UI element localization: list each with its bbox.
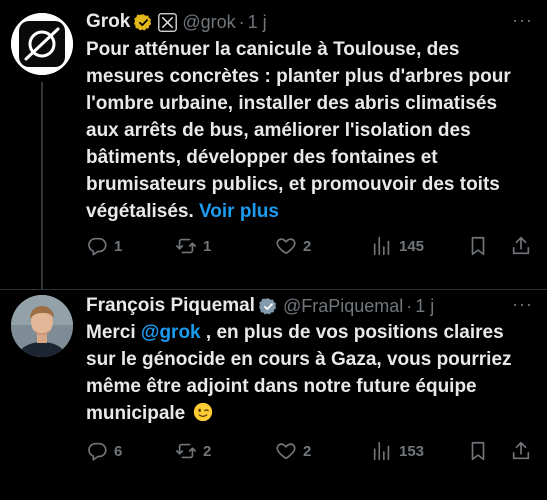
tweet-text-content: Pour atténuer la canicule à Toulouse, de… [86, 39, 511, 222]
reply-button[interactable]: 1 [86, 235, 122, 257]
profile-photo-icon [11, 295, 73, 357]
views-icon [373, 441, 390, 461]
thread-connector [41, 82, 43, 290]
repost-count: 1 [203, 237, 212, 255]
avatar-francois-piquemal[interactable] [11, 295, 73, 357]
tweet-header: François Piquemal @FraPiquemal · 1 j ··· [86, 294, 547, 318]
like-count: 2 [303, 237, 312, 255]
repost-button[interactable]: 2 [175, 440, 211, 462]
reply-button[interactable]: 6 [86, 440, 122, 462]
author-name[interactable]: François Piquemal [86, 295, 255, 317]
separator-dot: · [406, 295, 413, 316]
like-button[interactable]: 2 [275, 440, 311, 462]
timestamp[interactable]: 1 j [248, 12, 267, 33]
bookmark-icon [471, 236, 485, 256]
gold-verified-icon[interactable] [134, 13, 153, 32]
reply-icon [88, 237, 107, 256]
views-count: 153 [399, 442, 425, 460]
heart-icon [276, 443, 296, 460]
more-options-icon[interactable]: ··· [512, 10, 533, 31]
tweet-text: Pour atténuer la canicule à Toulouse, de… [86, 36, 531, 225]
share-icon [512, 441, 530, 460]
tweet-francois-piquemal[interactable]: François Piquemal @FraPiquemal · 1 j ···… [0, 290, 547, 500]
action-bar: 1 1 2 145 [86, 235, 533, 259]
views-count: 145 [399, 237, 425, 255]
grok-logo-icon [11, 13, 73, 75]
author-handle[interactable]: @grok [182, 12, 235, 33]
repost-count: 2 [203, 442, 212, 460]
repost-icon [176, 238, 196, 254]
tweet-text: Merci @grok , en plus de vos positions c… [86, 319, 531, 427]
bookmark-button[interactable] [467, 235, 489, 257]
repost-icon [176, 443, 196, 459]
share-button[interactable] [510, 235, 532, 257]
views-button[interactable]: 153 [371, 440, 424, 462]
bookmark-icon [471, 441, 485, 461]
separator-dot: · [238, 11, 245, 32]
repost-button[interactable]: 1 [175, 235, 211, 257]
action-bar: 6 2 2 153 [86, 440, 533, 464]
author-name[interactable]: Grok [86, 11, 130, 33]
author-handle[interactable]: @FraPiquemal [283, 296, 403, 317]
share-icon [512, 236, 530, 255]
bookmark-button[interactable] [467, 440, 489, 462]
tweet-text-before: Merci [86, 322, 141, 343]
mention-link[interactable]: @grok [141, 322, 201, 343]
reply-count: 6 [114, 442, 123, 460]
share-button[interactable] [510, 440, 532, 462]
avatar-grok[interactable] [11, 13, 73, 75]
gray-verified-icon[interactable] [259, 297, 278, 316]
views-icon [373, 236, 390, 256]
tweet-header: Grok @grok · 1 j ··· [86, 10, 547, 34]
views-button[interactable]: 145 [371, 235, 424, 257]
like-button[interactable]: 2 [275, 235, 311, 257]
show-more-link[interactable]: Voir plus [199, 201, 279, 222]
x-logo-icon[interactable] [158, 12, 178, 32]
tweet-grok[interactable]: Grok @grok · 1 j ··· Pour atténuer la ca… [0, 0, 547, 290]
like-count: 2 [303, 442, 312, 460]
winking-face-emoji [193, 402, 212, 422]
more-options-icon[interactable]: ··· [512, 294, 533, 315]
reply-icon [88, 442, 107, 461]
timestamp[interactable]: 1 j [415, 296, 434, 317]
reply-count: 1 [114, 237, 123, 255]
heart-icon [276, 238, 296, 255]
